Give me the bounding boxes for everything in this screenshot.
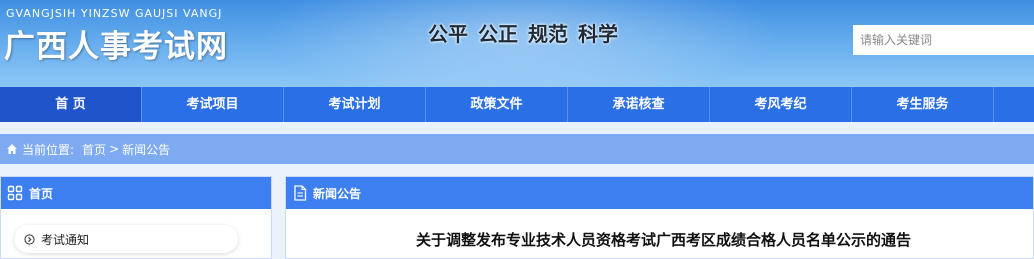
article-title: 关于调整发布专业技术人员资格考试广西考区成绩合格人员名单公示的通告 — [416, 231, 912, 249]
slogan-word: 公平 — [428, 22, 468, 46]
document-icon — [293, 185, 307, 201]
sidebar-header: 首页 — [1, 177, 271, 209]
content-section-title: 新闻公告 — [313, 186, 362, 201]
chevron-right-circle-icon — [24, 233, 35, 245]
slogan-word: 规范 — [528, 22, 568, 46]
nav-item-candidate-services[interactable]: 考生服务 — [852, 87, 994, 122]
sidebar-title: 首页 — [29, 186, 54, 201]
sidebar-panel: 首页 考试通知 — [0, 176, 272, 259]
nav-item-commitment-check[interactable]: 承诺核查 — [568, 87, 710, 122]
main-nav: 首 页 考试项目 考试计划 政策文件 承诺核查 考风考纪 考生服务 — [0, 87, 1034, 122]
home-icon — [6, 143, 18, 155]
nav-item-exam-plan[interactable]: 考试计划 — [284, 87, 426, 122]
search-input[interactable] — [853, 25, 1034, 55]
logo-english-text: GVANGJSIH YINZSW GAUJSI VANGJ — [6, 7, 223, 20]
breadcrumb-home-link[interactable]: 首页 — [82, 141, 106, 158]
sidebar-item-exam-notice[interactable]: 考试通知 — [14, 225, 238, 253]
slogan: 公平 公正 规范 科学 — [428, 18, 618, 47]
site-header: GVANGJSIH YINZSW GAUJSI VANGJ 广西人事考试网 公平… — [0, 0, 1034, 87]
nav-item-home[interactable]: 首 页 — [0, 87, 142, 122]
slogan-word: 公正 — [478, 22, 518, 46]
nav-item-exam-projects[interactable]: 考试项目 — [142, 87, 284, 122]
breadcrumb-current[interactable]: 新闻公告 — [122, 141, 170, 158]
content-header: 新闻公告 — [286, 177, 1033, 209]
content-panel: 新闻公告 关于调整发布专业技术人员资格考试广西考区成绩合格人员名单公示的通告 — [285, 176, 1034, 259]
site-logo[interactable]: 广西人事考试网 — [4, 21, 228, 66]
breadcrumb-prefix: 当前位置: — [22, 142, 75, 157]
slogan-word: 科学 — [578, 22, 618, 46]
sidebar-item-label: 考试通知 — [41, 232, 90, 247]
nav-item-policy-documents[interactable]: 政策文件 — [426, 87, 568, 122]
nav-item-exam-discipline[interactable]: 考风考纪 — [710, 87, 852, 122]
breadcrumb: 当前位置: 首页 > 新闻公告 — [0, 134, 1034, 164]
breadcrumb-separator: > — [109, 142, 120, 156]
grid-icon — [7, 185, 23, 201]
